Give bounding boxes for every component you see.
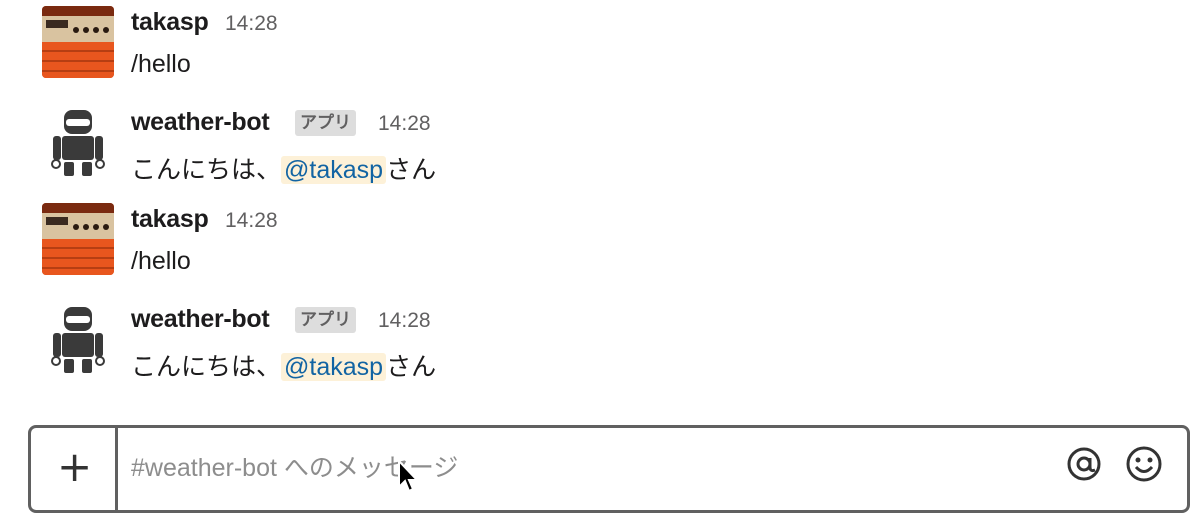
message-timestamp[interactable]: 14:28	[378, 309, 431, 333]
message-item: takasp 14:28 /hello	[0, 0, 1204, 90]
robot-icon	[42, 303, 114, 375]
message-text: /hello	[131, 247, 191, 275]
message-composer: +	[28, 425, 1190, 513]
message-timestamp[interactable]: 14:28	[225, 12, 278, 36]
app-badge: アプリ	[295, 307, 356, 333]
message-text: /hello	[131, 50, 191, 78]
message-item: weather-bot アプリ 14:28 こんにちは、 @takasp さん	[0, 297, 1204, 387]
message-text-after: さん	[386, 156, 437, 184]
message-text: こんにちは、 @takasp さん	[131, 150, 436, 186]
at-icon	[1067, 447, 1101, 481]
mouse-cursor-icon	[398, 459, 420, 493]
message-timestamp[interactable]: 14:28	[378, 112, 431, 136]
user-avatar[interactable]	[42, 203, 114, 275]
user-avatar[interactable]	[42, 6, 114, 78]
message-text-after: さん	[386, 353, 437, 381]
message-author[interactable]: weather-bot	[131, 305, 270, 334]
message-author[interactable]: takasp	[131, 205, 209, 234]
message-text: こんにちは、 @takasp さん	[131, 347, 436, 383]
user-mention[interactable]: @takasp	[281, 156, 387, 184]
robot-icon	[42, 106, 114, 178]
message-timestamp[interactable]: 14:28	[225, 209, 278, 233]
attach-button[interactable]: +	[31, 428, 118, 510]
message-author[interactable]: weather-bot	[131, 108, 270, 137]
bot-avatar[interactable]	[42, 303, 114, 375]
app-badge: アプリ	[295, 110, 356, 136]
message-input[interactable]	[131, 444, 1031, 492]
plus-icon: +	[57, 442, 93, 491]
emoji-button[interactable]	[1124, 444, 1164, 484]
message-author[interactable]: takasp	[131, 8, 209, 37]
emoji-icon	[1126, 446, 1162, 482]
message-item: takasp 14:28 /hello	[0, 197, 1204, 287]
bot-avatar[interactable]	[42, 106, 114, 178]
message-text-before: こんにちは、	[131, 156, 282, 184]
mention-button[interactable]	[1064, 444, 1104, 484]
user-mention[interactable]: @takasp	[281, 353, 387, 381]
message-item: weather-bot アプリ 14:28 こんにちは、 @takasp さん	[0, 100, 1204, 190]
message-text-before: こんにちは、	[131, 353, 282, 381]
